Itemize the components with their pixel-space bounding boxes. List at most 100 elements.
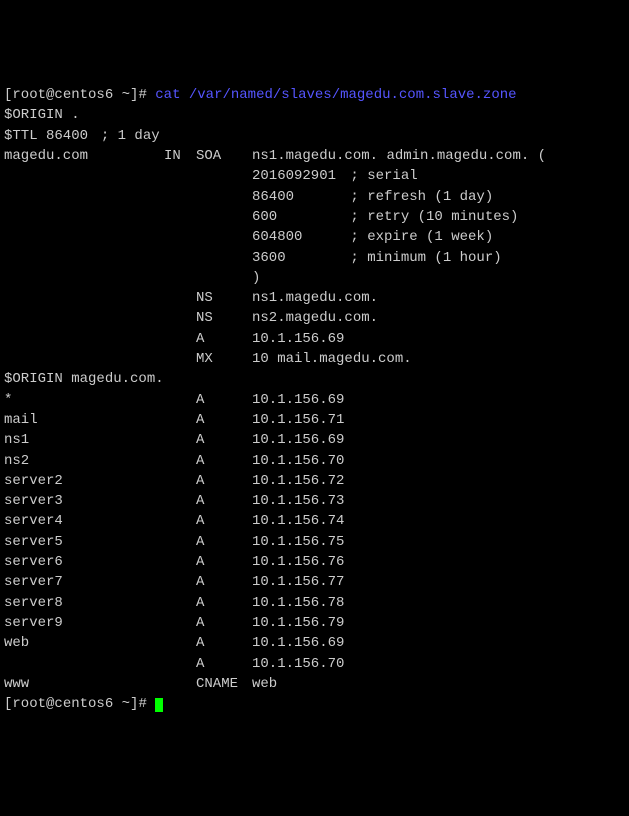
record-type: A bbox=[196, 390, 252, 410]
record-value: 10 mail.magedu.com. bbox=[252, 351, 412, 367]
zone-record: mail A10.1.156.71 bbox=[4, 410, 625, 430]
record-type: A bbox=[196, 572, 252, 592]
record-value: 10.1.156.77 bbox=[252, 574, 344, 590]
zone-record: server5A10.1.156.75 bbox=[4, 532, 625, 552]
zone-record: server8 A10.1.156.78 bbox=[4, 593, 625, 613]
record-type: A bbox=[196, 471, 252, 491]
apex-record: NSns1.magedu.com. bbox=[4, 288, 625, 308]
record-name: server4 bbox=[4, 511, 164, 531]
soa-expire: 604800 ; expire (1 week) bbox=[4, 227, 625, 247]
soa-line: magedu.comINSOAns1.magedu.com. admin.mag… bbox=[4, 146, 625, 166]
record-type: CNAME bbox=[196, 674, 252, 694]
record-type: A bbox=[196, 451, 252, 471]
zone-record: ns1 A10.1.156.69 bbox=[4, 430, 625, 450]
ttl-comment: ; 1 day bbox=[101, 128, 160, 144]
record-type: A bbox=[196, 532, 252, 552]
cursor-icon bbox=[155, 698, 163, 712]
ttl-value: $TTL 86400 bbox=[4, 126, 84, 146]
record-value: 10.1.156.76 bbox=[252, 554, 344, 570]
origin-zone: $ORIGIN magedu.com. bbox=[4, 369, 625, 389]
zone-record: server2A10.1.156.72 bbox=[4, 471, 625, 491]
record-type: A bbox=[196, 430, 252, 450]
soa-minimum: 3600 ; minimum (1 hour) bbox=[4, 248, 625, 268]
bracket-close: ]# bbox=[130, 87, 147, 103]
zone-record: www CNAMEweb bbox=[4, 674, 625, 694]
record-type: NS bbox=[196, 308, 252, 328]
apex-record: A10.1.156.69 bbox=[4, 329, 625, 349]
zone-record: server4 A10.1.156.74 bbox=[4, 511, 625, 531]
record-value: 10.1.156.73 bbox=[252, 493, 344, 509]
zone-record: ns2 A10.1.156.70 bbox=[4, 451, 625, 471]
ttl-line: $TTL 86400 ; 1 day bbox=[4, 126, 625, 146]
record-type: A bbox=[196, 329, 252, 349]
soa-close: ) bbox=[4, 268, 625, 288]
record-type: A bbox=[196, 654, 252, 674]
soa-retry-val: 600 bbox=[252, 207, 342, 227]
user-host: root@centos6 bbox=[12, 87, 113, 103]
record-name: server9 bbox=[4, 613, 164, 633]
apex-record: MX10 mail.magedu.com. bbox=[4, 349, 625, 369]
apex-record: NSns2.magedu.com. bbox=[4, 308, 625, 328]
prompt-line-1[interactable]: [root@centos6 ~]# cat /var/named/slaves/… bbox=[4, 85, 625, 105]
soa-minimum-val: 3600 bbox=[252, 248, 342, 268]
soa-serial-comment: ; serial bbox=[350, 168, 417, 184]
zone-record: server3A10.1.156.73 bbox=[4, 491, 625, 511]
slave-file-path: cat /var/named/slaves/magedu.com.slave.z… bbox=[155, 87, 516, 103]
record-name: ns1 bbox=[4, 430, 164, 450]
record-name: web bbox=[4, 633, 164, 653]
soa-refresh: 86400 ; refresh (1 day) bbox=[4, 187, 625, 207]
zone-record: web A10.1.156.69 bbox=[4, 633, 625, 653]
record-value: 10.1.156.69 bbox=[252, 392, 344, 408]
soa-name: magedu.com bbox=[4, 146, 164, 166]
soa-retry: 600 ; retry (10 minutes) bbox=[4, 207, 625, 227]
record-name: mail bbox=[4, 410, 164, 430]
soa-open-paren: ( bbox=[538, 148, 546, 164]
record-value: web bbox=[252, 676, 277, 692]
soa-refresh-val: 86400 bbox=[252, 187, 342, 207]
record-type: NS bbox=[196, 288, 252, 308]
record-value: 10.1.156.70 bbox=[252, 453, 344, 469]
zone-record: server6 A10.1.156.76 bbox=[4, 552, 625, 572]
record-value: 10.1.156.69 bbox=[252, 331, 344, 347]
record-type: A bbox=[196, 613, 252, 633]
zone-record: * A10.1.156.69 bbox=[4, 390, 625, 410]
record-name: * bbox=[4, 390, 164, 410]
soa-serial-val: 2016092901 bbox=[252, 166, 342, 186]
record-value: 10.1.156.74 bbox=[252, 513, 344, 529]
record-name: ns2 bbox=[4, 451, 164, 471]
soa-mname: ns1.magedu.com. bbox=[252, 148, 378, 164]
soa-type: SOA bbox=[196, 146, 252, 166]
soa-refresh-comment: ; refresh (1 day) bbox=[350, 189, 493, 205]
terminal-output: [root@centos6 ~]# cat /var/named/slaves/… bbox=[4, 85, 625, 714]
record-type: A bbox=[196, 410, 252, 430]
record-type: A bbox=[196, 491, 252, 511]
zone-record: server9 A10.1.156.79 bbox=[4, 613, 625, 633]
record-name: server6 bbox=[4, 552, 164, 572]
record-type: A bbox=[196, 552, 252, 572]
record-name: server8 bbox=[4, 593, 164, 613]
tilde: ~ bbox=[113, 696, 130, 712]
zone-record: A10.1.156.70 bbox=[4, 654, 625, 674]
record-value: 10.1.156.72 bbox=[252, 473, 344, 489]
record-type: A bbox=[196, 511, 252, 531]
prompt-line-2[interactable]: [root@centos6 ~]# bbox=[4, 694, 625, 714]
record-value: ns1.magedu.com. bbox=[252, 290, 378, 306]
record-value: 10.1.156.71 bbox=[252, 412, 344, 428]
record-name: server7 bbox=[4, 572, 164, 592]
soa-rname: admin.magedu.com. bbox=[386, 148, 529, 164]
record-value: 10.1.156.69 bbox=[252, 635, 344, 651]
record-name: www bbox=[4, 674, 164, 694]
record-value: 10.1.156.75 bbox=[252, 534, 344, 550]
record-value: 10.1.156.78 bbox=[252, 595, 344, 611]
record-value: 10.1.156.69 bbox=[252, 432, 344, 448]
soa-close-paren: ) bbox=[252, 270, 260, 286]
record-value: 10.1.156.79 bbox=[252, 615, 344, 631]
soa-expire-val: 604800 bbox=[252, 227, 342, 247]
soa-class: IN bbox=[164, 146, 196, 166]
bracket-close: ]# bbox=[130, 696, 147, 712]
record-type: A bbox=[196, 633, 252, 653]
user-host: root@centos6 bbox=[12, 696, 113, 712]
soa-retry-comment: ; retry (10 minutes) bbox=[350, 209, 518, 225]
zone-record: server7 A10.1.156.77 bbox=[4, 572, 625, 592]
record-type: A bbox=[196, 593, 252, 613]
